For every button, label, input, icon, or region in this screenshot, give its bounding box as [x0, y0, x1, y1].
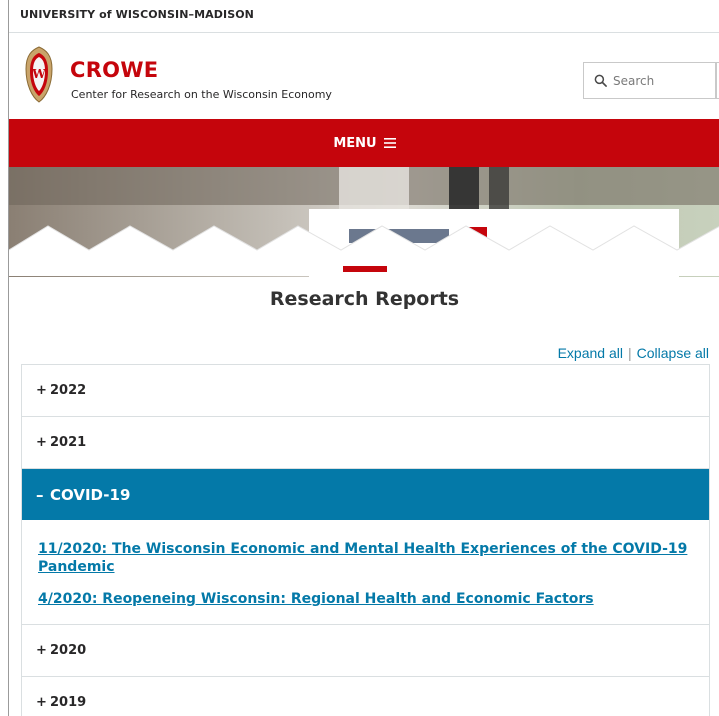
reports-accordion: + 2022 + 2021 – COVID-19 11/2020: The Wi… — [21, 364, 710, 716]
accordion-label: 2019 — [50, 695, 87, 710]
accordion-label: 2022 — [50, 383, 87, 398]
accordion-item-2020: + 2020 — [22, 624, 709, 676]
expand-plus-icon: + — [36, 643, 47, 658]
expand-all-link[interactable]: Expand all — [558, 345, 623, 361]
accordion-item-2022: + 2022 — [22, 364, 709, 416]
search-edge — [715, 62, 717, 99]
accordion-label: 2020 — [50, 643, 87, 658]
menu-label: MENU — [333, 135, 377, 151]
university-bar: UNIVERSITY of WISCONSIN–MADISON — [9, 0, 719, 33]
expand-plus-icon: + — [36, 435, 47, 450]
report-link[interactable]: 4/2020: Reopeneing Wisconsin: Regional H… — [38, 590, 695, 608]
svg-text:W: W — [31, 67, 46, 81]
menu-button[interactable]: MENU — [333, 135, 396, 151]
accordion-panel-covid-19: 11/2020: The Wisconsin Economic and Ment… — [22, 520, 709, 624]
accordion-toggle-2020[interactable]: + 2020 — [22, 625, 709, 676]
search-input[interactable] — [613, 73, 713, 88]
uw-crest-icon[interactable]: W — [23, 45, 55, 105]
university-link[interactable]: UNIVERSITY of WISCONSIN–MADISON — [20, 8, 254, 21]
title-accent-bar — [343, 266, 387, 272]
accordion-item-2019: + 2019 — [22, 676, 709, 716]
expand-plus-icon: + — [36, 383, 47, 398]
site-title[interactable]: CROWE — [70, 60, 158, 81]
accordion-item-covid-19: – COVID-19 11/2020: The Wisconsin Econom… — [22, 468, 709, 624]
accordion-item-2021: + 2021 — [22, 416, 709, 468]
accordion-toggle-2019[interactable]: + 2019 — [22, 677, 709, 716]
accordion-label: 2021 — [50, 435, 87, 450]
page-title: Research Reports — [269, 288, 460, 310]
page-frame: UNIVERSITY of WISCONSIN–MADISON W CROWE … — [8, 0, 719, 716]
hamburger-icon — [383, 138, 396, 148]
accordion-controls: Expand all | Collapse all — [558, 345, 709, 361]
collapse-minus-icon: – — [36, 485, 44, 504]
menu-bar: MENU — [9, 119, 719, 167]
site-header: W CROWE Center for Research on the Wisco… — [9, 33, 719, 119]
expand-plus-icon: + — [36, 695, 47, 710]
report-link[interactable]: 11/2020: The Wisconsin Economic and Ment… — [38, 540, 695, 576]
controls-separator: | — [627, 345, 632, 361]
accordion-toggle-2021[interactable]: + 2021 — [22, 417, 709, 468]
search-icon[interactable] — [594, 74, 607, 87]
accordion-label: COVID-19 — [50, 485, 131, 504]
site-subtitle[interactable]: Center for Research on the Wisconsin Eco… — [71, 88, 332, 101]
accordion-toggle-covid-19[interactable]: – COVID-19 — [22, 469, 709, 520]
search-box[interactable] — [583, 62, 719, 99]
collapse-all-link[interactable]: Collapse all — [637, 345, 709, 361]
accordion-toggle-2022[interactable]: + 2022 — [22, 365, 709, 416]
